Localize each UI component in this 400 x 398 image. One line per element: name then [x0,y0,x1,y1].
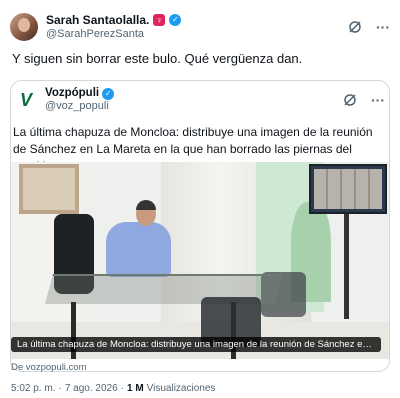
author-display-name[interactable]: Sarah Santaolalla. [46,13,149,27]
views-count: 1 M [126,383,144,394]
quoted-tweet-card[interactable]: V Vozpópuli ✓ @voz_populi ··· La última … [10,80,390,372]
quoted-author-info: Vozpópuli ✓ @voz_populi [45,87,115,113]
grok-icon[interactable] [343,93,357,107]
quoted-tweet-actions: ··· [343,92,385,108]
author-avatar[interactable] [10,13,38,41]
author-handle[interactable]: @SarahPerezSanta [46,27,181,41]
wall-painting [19,164,79,214]
author-info: Sarah Santaolalla. ♀ ✓ @SarahPerezSanta [46,13,182,41]
author-name-line: Sarah Santaolalla. ♀ ✓ [46,13,182,27]
link-source[interactable]: De vozpopuli.com [11,362,87,373]
quoted-tweet-header: V Vozpópuli ✓ @voz_populi ··· [15,85,385,115]
news-photo[interactable] [11,162,389,359]
tweet-header: Sarah Santaolalla. ♀ ✓ @SarahPerezSanta … [10,10,390,44]
verified-icon: ✓ [169,14,182,26]
views-label: Visualizaciones [146,383,216,394]
image-caption[interactable]: La última chapuza de Moncloa: distribuye… [11,337,381,352]
tweet-actions: ··· [348,19,390,35]
tweet-time[interactable]: 5:02 p. m. [11,383,55,394]
verified-icon: ✓ [102,87,115,100]
person [106,222,171,277]
vozpopuli-logo-icon[interactable]: V [15,89,37,111]
quoted-author-name-line: Vozpópuli ✓ [45,87,115,100]
more-icon[interactable]: ··· [371,92,385,108]
tweet-text: Y siguen sin borrar este bulo. Qué vergü… [12,51,303,66]
grok-icon[interactable] [348,20,362,34]
video-conference-screen [309,164,387,214]
female-sign-badge-icon: ♀ [153,14,166,26]
tweet-meta: 5:02 p. m. · 7 ago. 2026 · 1 M Visualiza… [11,383,216,394]
quoted-author-display-name[interactable]: Vozpópuli [45,87,99,100]
tweet-date[interactable]: 7 ago. 2026 [65,383,118,394]
quoted-author-handle[interactable]: @voz_populi [45,100,114,113]
more-icon[interactable]: ··· [376,19,390,35]
